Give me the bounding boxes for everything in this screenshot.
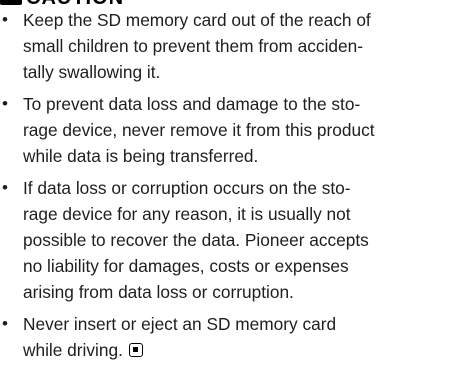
bullet-icon: • [2,314,8,333]
bullet-icon: • [2,94,8,113]
item-line: To prevent data loss and damage to the s… [23,94,361,114]
item-line: rage device, never remove it from this p… [23,120,375,140]
list-item: • Keep the SD memory card out of the rea… [0,7,452,85]
caution-section: CAUTION • Keep the SD memory card out of… [0,0,459,364]
item-line: If data loss or corruption occurs on the… [23,178,351,198]
item-line: while driving. [23,340,123,360]
bullet-icon: • [2,10,8,29]
caution-icon [0,0,22,5]
item-line: Keep the SD memory card out of the reach… [23,10,371,30]
list-item: • Never insert or eject an SD memory car… [0,311,452,363]
item-line: Never insert or eject an SD memory card [23,314,337,334]
bullet-icon: • [2,178,8,197]
item-line: small children to prevent them from acci… [23,36,364,56]
item-line: tally swallowing it. [23,62,161,82]
end-of-section-icon [128,343,143,357]
caution-list: • Keep the SD memory card out of the rea… [0,7,452,369]
item-line: rage device for any reason, it is usuall… [23,204,351,224]
item-line: possible to recover the data. Pioneer ac… [23,230,369,250]
item-line: while data is being transferred. [23,146,259,166]
list-item: • If data loss or corruption occurs on t… [0,175,452,305]
item-line: arising from data loss or corruption. [23,282,294,302]
item-line: no liability for damages, costs or expen… [23,256,349,276]
list-item: • To prevent data loss and damage to the… [0,91,452,169]
